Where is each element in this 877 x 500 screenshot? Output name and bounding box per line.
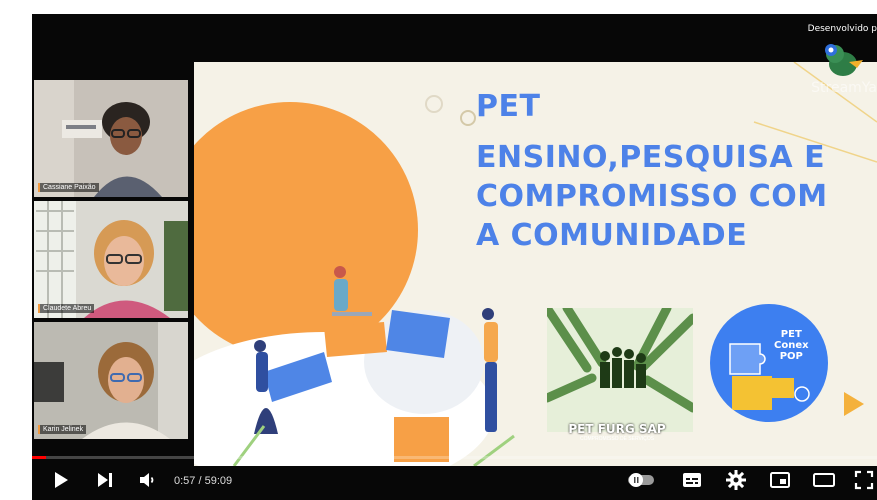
pet-conex-pop-logo: PET Conex POP (710, 304, 828, 422)
theater-mode-icon[interactable] (812, 468, 836, 492)
conex-line-1: PET (780, 329, 802, 340)
conex-puzzle-graphic (729, 343, 810, 410)
conex-line-3: POP (779, 351, 803, 362)
current-time: 0:57 (174, 475, 196, 487)
play-icon[interactable] (48, 468, 72, 492)
orange-circle-decoration (194, 102, 418, 358)
hands-team-image (547, 308, 693, 413)
pet-furg-sap-label: PET FURG SAP (568, 422, 666, 436)
watermark-brand: StreamYa (811, 80, 877, 96)
autoplay-toggle-icon[interactable] (626, 468, 656, 492)
fullscreen-icon[interactable] (852, 468, 876, 492)
presentation-slide: PET ENSINO,PESQUISA E COMPROMISSO COM A … (194, 62, 877, 466)
participant-video-1 (34, 80, 188, 197)
participant-tile-3: Karin Jelinek (34, 322, 188, 439)
conex-line-2: Conex (774, 340, 809, 351)
slide-title-line-1: PET (476, 89, 541, 124)
watermark-text: Desenvolvido p (807, 24, 877, 34)
participant-name-3: Karin Jelinek (38, 425, 87, 434)
participant-tile-2: Claudete Abreu (34, 201, 188, 318)
participant-video-2 (34, 201, 188, 318)
miniplayer-icon[interactable] (768, 468, 792, 492)
participant-name-2: Claudete Abreu (38, 304, 95, 313)
slide-title-line-4: A COMUNIDADE (476, 218, 748, 253)
next-icon[interactable] (92, 468, 116, 492)
pet-furg-sap-logo: PET FURG SAP COMPROMISSO DE SERVIÇOS (547, 308, 693, 442)
streamyard-duck-logo (825, 44, 863, 76)
time-separator: / (195, 475, 205, 487)
time-display: 0:57 / 59:09 (174, 475, 232, 487)
participant-video-3 (34, 322, 188, 439)
player-controls: 0:57 / 59:09 (32, 460, 877, 500)
seek-bar-played (32, 456, 46, 459)
subtitles-icon[interactable] (680, 468, 704, 492)
conex-label: PET Conex POP (774, 329, 809, 362)
participant-tile-1: Cassiane Paixão (34, 80, 188, 197)
settings-gear-icon[interactable] (724, 468, 748, 492)
slide-title-line-3: COMPROMISSO COM (476, 179, 828, 214)
participant-name-1: Cassiane Paixão (38, 183, 99, 192)
pet-furg-sap-subtitle: COMPROMISSO DE SERVIÇOS (579, 436, 655, 442)
slide-title-line-2: ENSINO,PESQUISA E (476, 140, 826, 175)
video-player[interactable]: Cassiane Paixão Claudete Abreu Karin Jel… (32, 14, 877, 500)
volume-icon[interactable] (136, 468, 160, 492)
seek-bar[interactable] (32, 456, 877, 459)
duration: 59:09 (204, 475, 233, 487)
